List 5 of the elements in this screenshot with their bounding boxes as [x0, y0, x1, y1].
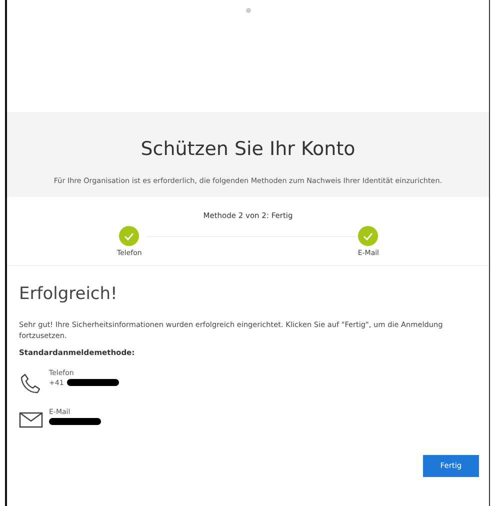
phone-icon	[19, 372, 43, 396]
handle-dot	[246, 8, 250, 13]
page-title: Schützen Sie Ihr Konto	[140, 138, 356, 160]
success-heading: Erfolgreich!	[19, 284, 118, 304]
envelope-icon	[19, 410, 43, 429]
